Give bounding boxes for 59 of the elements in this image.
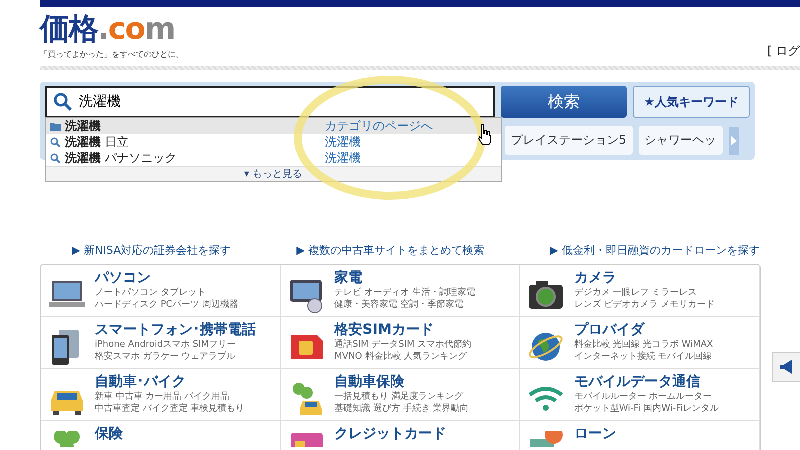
suggestion-category: 洗濯機: [325, 134, 361, 150]
category-title[interactable]: パソコン: [95, 269, 238, 287]
suggestion-text: 洗濯機 日立: [65, 134, 130, 150]
promo-link[interactable]: ▶ 新NISA対応の証券会社を探す: [72, 243, 232, 258]
site-logo[interactable]: 価格.com: [40, 13, 184, 47]
category-title[interactable]: ローン: [574, 425, 616, 443]
subcategory-links[interactable]: MVNO 料金比較 人気ランキング: [334, 351, 472, 363]
promo-link[interactable]: ▶ 複数の中古車サイトをまとめて検索: [296, 243, 485, 258]
category-title[interactable]: 格安SIMカード: [334, 321, 472, 339]
login-link[interactable]: [ ログ: [768, 43, 800, 60]
chevron-icon: [730, 136, 737, 146]
subcategory-links[interactable]: 通話SIM データSIM スマホ代節約: [334, 339, 472, 351]
suggestion-category: 洗濯機: [325, 150, 361, 166]
search-icon: [50, 152, 61, 164]
suggestion-category: カテゴリのページへ: [325, 118, 433, 134]
next-arrow-button[interactable]: [728, 126, 739, 154]
category-title[interactable]: モバイルデータ通信: [574, 373, 720, 391]
show-more-link[interactable]: ▾ もっと見る: [46, 166, 501, 181]
category-title[interactable]: クレジットカード: [334, 425, 447, 443]
subcategory-links[interactable]: 一括見積もり 満足度ランキング: [334, 391, 470, 403]
suggestion-item[interactable]: 洗濯機 パナソニック 洗濯機: [46, 150, 501, 166]
keyword-chip[interactable]: シャワーヘッ: [638, 126, 723, 155]
subcategory-links[interactable]: ノートパソコン タブレット: [95, 287, 238, 299]
suggestion-text: 洗濯機: [65, 118, 102, 134]
suggestion-item[interactable]: 洗濯機 日立 洗濯機: [46, 134, 501, 150]
category-title[interactable]: スマートフォン･携帯電話: [95, 321, 256, 339]
suggestion-item[interactable]: 洗濯機 カテゴリのページへ: [46, 118, 501, 134]
search-button[interactable]: 検索: [500, 86, 628, 118]
subcategory-links[interactable]: インターネット接続 モバイル回線: [574, 351, 714, 363]
category-title[interactable]: 自動車保険: [334, 373, 470, 391]
subcategory-links[interactable]: 新車 中古車 カー用品 バイク用品: [95, 391, 245, 403]
search-icon: [53, 92, 73, 112]
hand-cursor-icon: [477, 124, 493, 146]
megaphone-icon: [779, 360, 795, 374]
popular-keywords-button[interactable]: ★人気キーワード: [633, 86, 750, 118]
folder-icon: [50, 122, 61, 130]
subcategory-links[interactable]: ポケット型Wi-Fi 国内Wi-Fiレンタル: [574, 403, 720, 415]
subcategory-links[interactable]: レンズ ビデオカメラ メモリカード: [574, 299, 716, 311]
subcategory-links[interactable]: 中古車査定 バイク査定 車検見積もり: [95, 403, 245, 415]
keyword-chip[interactable]: プレイステーション5: [505, 126, 633, 155]
subcategory-links[interactable]: 健康・美容家電 空調・季節家電: [334, 299, 476, 311]
category-title[interactable]: 自動車･バイク: [95, 373, 245, 391]
subcategory-links[interactable]: 料金比較 光回線 光コラボ WiMAX: [574, 339, 714, 351]
category-title[interactable]: 保険: [95, 425, 123, 443]
tagline: 「買ってよかった」をすべてのひとに。: [40, 49, 184, 60]
search-icon: [50, 136, 61, 148]
search-field[interactable]: 洗濯機: [45, 86, 495, 118]
category-title[interactable]: プロバイダ: [574, 321, 714, 339]
category-title[interactable]: カメラ: [574, 269, 716, 287]
subcategory-links[interactable]: 基礎知識 選び方 手続き 業界動向: [334, 403, 470, 415]
subcategory-links[interactable]: ハードディスク PCパーツ 周辺機器: [95, 299, 238, 311]
subcategory-links[interactable]: iPhone Androidスマホ SIMフリー: [95, 339, 256, 351]
category-title[interactable]: 家電: [334, 269, 476, 287]
subcategory-links[interactable]: デジカメ 一眼レフ ミラーレス: [574, 287, 716, 299]
subcategory-links[interactable]: テレビ オーディオ 生活・調理家電: [334, 287, 476, 299]
subcategory-links[interactable]: モバイルルーター ホームルーター: [574, 391, 720, 403]
subcategory-links[interactable]: 格安スマホ ガラケー ウェアラブル: [95, 351, 256, 363]
suggestion-text: 洗濯機 パナソニック: [65, 150, 178, 166]
promo-link[interactable]: ▶ 低金利・即日融資のカードローンを探す: [550, 243, 760, 258]
